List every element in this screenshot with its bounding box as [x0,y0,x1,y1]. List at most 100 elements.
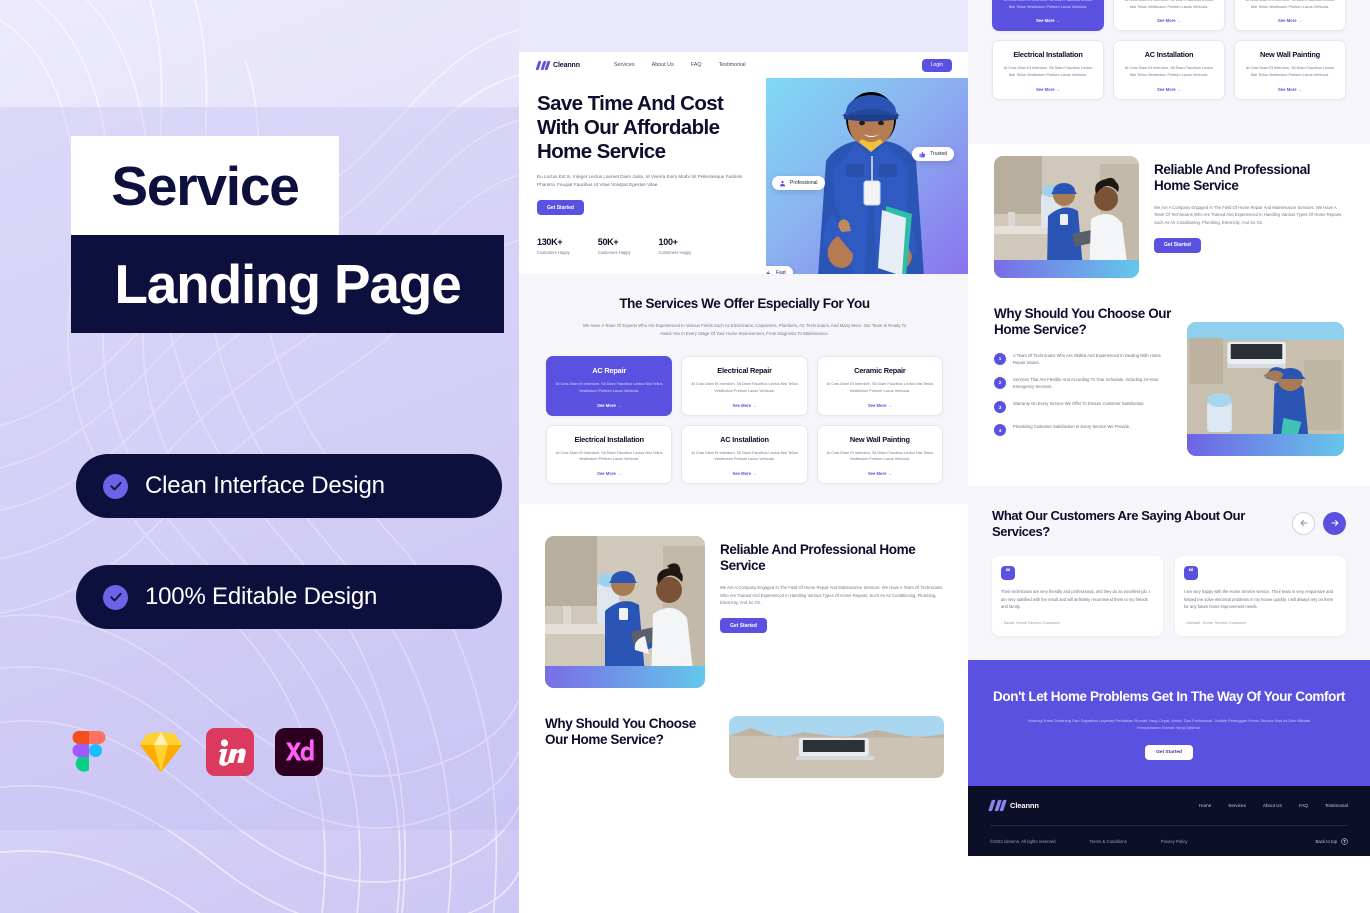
arrow-right-icon[interactable] [1323,511,1346,535]
service-card-new-wall-painting[interactable]: New Wall Painting At Cras Diam Et Interd… [1234,40,1346,100]
nav-item-services[interactable]: Services [614,62,635,68]
feature-pill-label: Clean Interface Design [145,472,385,499]
why-item-number: 1 [994,352,1006,365]
why-item-text: Warranty On Every Service We Offer To En… [1013,401,1145,407]
badge-label: Trusted [930,151,947,157]
testimonial-grid: “ Their technicians are very friendly an… [992,556,1346,636]
stat-value: 50K+ [597,237,619,248]
service-card-desc: At Cras Diam Et Interdum, Sit Diam Fauci… [691,382,798,393]
reliable-desc: We Are A Company Engaged In The Field Of… [1154,204,1343,226]
service-card-new-wall-painting[interactable]: New Wall Painting At Cras Diam Et Interd… [816,424,943,484]
reliable-section: Reliable And Professional Home Service W… [519,504,970,688]
footer-link-home[interactable]: Home [1199,803,1211,808]
see-more-link[interactable]: See More → [1243,87,1337,92]
arrow-left-icon[interactable] [1292,511,1315,535]
service-card-ceramic-repair[interactable]: Ceramic Repair At Cras Diam Et Interdum,… [1234,0,1346,32]
quote-icon: “ [1184,566,1198,581]
reliable-copy: Reliable And Professional Home Service W… [1154,156,1344,253]
see-more-link[interactable]: See More → [1122,87,1216,92]
see-more-link[interactable]: See More → [826,471,934,476]
service-card-desc: At Cras Diam Et Interdum, Sit Diam Fauci… [826,450,934,462]
footer-top-row: Cleannn Home Services About Us FAQ Testi… [988,786,1348,826]
stat-value: 100+ [658,237,678,248]
stat-label: Customers Happy [537,249,570,255]
footer-link-about-us[interactable]: About Us [1263,803,1282,808]
service-card-title: Electrical Repair [717,366,772,376]
testimonial-quote: I am very happy with the Home Service se… [1184,589,1334,610]
service-card-title: New Wall Painting [1260,50,1320,60]
testimonial-card: “ I am very happy with the Home Service … [1175,556,1346,636]
see-more-link[interactable]: See More → [1122,18,1216,23]
footer-copyright: ©2023 cleannn. All rights reserved [990,838,1056,844]
testimonial-card: “ Their technicians are very friendly an… [992,556,1163,636]
reliable-image [545,535,705,688]
login-button[interactable]: Login [921,58,952,72]
hero-title: Save Time And Cost With Our Affordable H… [537,92,724,163]
see-more-link[interactable]: See More → [690,471,798,476]
footer-terms-link[interactable]: Terms & Conditions [1090,839,1127,844]
services-section-continued: AC Repair At Cras Diam Et Interdum, Sit … [968,0,1370,144]
stat-value: 130K+ [537,237,563,248]
service-card-electrical-repair[interactable]: Electrical Repair At Cras Diam Et Interd… [681,356,808,416]
service-card-desc: At Cras Diam Et Interdum, Sit Diam Fauci… [1245,0,1335,9]
reliable-desc: We Are A Company Engaged In The Field Of… [720,584,943,606]
service-card-ac-installation[interactable]: AC Installation At Cras Diam Et Interdum… [1113,40,1225,100]
service-card-title: Electrical Installation [574,434,644,444]
service-card-ac-repair[interactable]: AC Repair At Cras Diam Et Interdum, Sit … [992,0,1104,32]
stat-item: 100+ Customers Happy [659,237,692,255]
person-badge-icon [779,180,786,186]
nav-item-testimonial[interactable]: Testimonial [719,62,746,68]
service-card-electrical-installation[interactable]: Electrical Installation At Cras Diam Et … [992,40,1104,100]
why-item-number: 4 [994,424,1006,437]
stat-label: Customers Happy [597,249,631,255]
reliable-get-started-button[interactable]: Get Started [720,618,767,634]
service-card-title: Ceramic Repair [854,366,906,376]
service-card-title: Electrical Installation [1013,50,1083,60]
footer-link-testimonial[interactable]: Testimonial [1325,803,1348,808]
service-card-electrical-installation[interactable]: Electrical Installation At Cras Diam Et … [546,424,673,484]
service-card-desc: At Cras Diam Et Interdum, Sit Diam Fauci… [555,450,663,462]
hero-get-started-button[interactable]: Get Started [537,200,584,216]
see-more-link[interactable]: See More → [1243,18,1337,23]
see-more-link[interactable]: See More → [555,403,663,408]
footer-link-faq[interactable]: FAQ [1299,803,1308,808]
footer-link-services[interactable]: Services [1228,803,1246,808]
service-card-ceramic-repair[interactable]: Ceramic Repair At Cras Diam Et Interdum,… [816,356,943,416]
nav-item-about-us[interactable]: About Us [652,62,674,68]
nav-item-faq[interactable]: FAQ [691,62,702,68]
hero-section: Save Time And Cost With Our Affordable H… [519,78,970,274]
cta-title: Don't Let Home Problems Get In The Way O… [993,688,1345,704]
see-more-link[interactable]: See More → [1001,18,1095,23]
back-to-top-label: Back to top [1315,838,1338,844]
why-choose-item: 1 A Team Of Technicians Who Are Skilled … [994,352,1172,366]
adobe-xd-icon [275,728,323,776]
service-card-desc: At Cras Diam Et Interdum, Sit Diam Fauci… [1124,0,1214,9]
back-to-top-button[interactable]: Back to top [1315,837,1349,845]
footer-brand-logo[interactable]: Cleannn [988,799,1039,812]
see-more-link[interactable]: See More → [1001,87,1095,92]
promo-title-line1: Service [111,154,300,217]
reliable-get-started-button[interactable]: Get Started [1154,237,1201,253]
badge-label: Professional [790,180,818,186]
footer-privacy-link[interactable]: Privacy Policy [1161,839,1188,844]
service-card-ac-installation[interactable]: AC Installation At Cras Diam Et Interdum… [681,424,808,484]
service-card-title: New Wall Painting [849,434,910,444]
why-choose-section: Why Should You Choose Our Home Service? … [968,278,1370,456]
invision-icon [206,728,254,776]
service-card-ac-repair[interactable]: AC Repair At Cras Diam Et Interdum, Sit … [546,356,673,416]
reliable-image [994,155,1139,278]
why-choose-title: Why Should You Choose Our Home Service? [994,305,1171,338]
see-more-link[interactable]: See More → [826,403,934,408]
brand-logo[interactable]: Cleannn [535,60,580,70]
see-more-link[interactable]: See More → [555,471,663,476]
stat-label: Customers Happy [658,249,692,255]
service-card-desc: At Cras Diam Et Interdum, Sit Diam Fauci… [1003,66,1093,77]
service-card-electrical-repair[interactable]: Electrical Repair At Cras Diam Et Interd… [1113,0,1225,32]
cta-get-started-button[interactable]: Get Started [1145,745,1193,760]
see-more-link[interactable]: See More → [690,403,798,408]
tool-icon-row [66,726,325,778]
badge-label: Fast [776,270,786,274]
testimonial-author: - Sarah, Home Service Customer [1001,619,1060,625]
why-choose-image [729,715,944,778]
why-item-text: Prioritizing Customer Satisfaction In Ev… [1013,424,1131,430]
